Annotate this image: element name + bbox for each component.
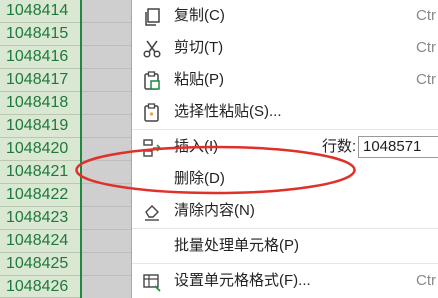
menu-label: 清除内容(N)	[174, 202, 255, 219]
row-header[interactable]: 1048421	[0, 161, 80, 184]
scissors-icon	[143, 40, 161, 58]
context-menu: 复制(C) Ctr 剪切(T) Ctr 粘贴(P) Ctr 选择性粘贴(S)..…	[132, 0, 438, 298]
menu-label: 设置单元格格式(F)...	[174, 272, 311, 289]
shortcut-text: Ctr	[416, 39, 436, 56]
copy-icon	[145, 8, 160, 26]
row-header[interactable]: 1048415	[0, 23, 80, 46]
menu-item-insert[interactable]: 插入(I) 行数: 1048571	[132, 131, 438, 163]
menu-item-copy[interactable]: 复制(C) Ctr	[132, 0, 438, 32]
row-count-label: 行数:	[322, 138, 357, 155]
row-header[interactable]: 1048423	[0, 207, 80, 230]
menu-item-cut[interactable]: 剪切(T) Ctr	[132, 32, 438, 64]
menu-item-delete[interactable]: 删除(D)	[132, 163, 438, 195]
menu-label: 插入(I)	[174, 138, 219, 155]
row-header[interactable]: 1048422	[0, 184, 80, 207]
menu-label: 剪切(T)	[174, 39, 224, 56]
menu-item-paste-special[interactable]: 选择性粘贴(S)...	[132, 96, 438, 128]
row-header[interactable]: 1048414	[0, 0, 80, 23]
row-header[interactable]: 1048420	[0, 138, 80, 161]
spreadsheet-area: 1048414 1048415 1048416 1048417 1048418 …	[0, 0, 134, 298]
paste-special-icon	[144, 103, 159, 122]
menu-separator	[132, 228, 438, 229]
shortcut-text: Ctr	[416, 272, 436, 289]
row-header[interactable]: 1048416	[0, 46, 80, 69]
menu-label: 选择性粘贴(S)...	[174, 103, 282, 120]
menu-separator	[132, 263, 438, 264]
menu-item-format-cells[interactable]: 设置单元格格式(F)... Ctr	[132, 265, 438, 297]
menu-label: 复制(C)	[174, 7, 225, 24]
menu-label: 删除(D)	[174, 170, 225, 187]
selected-cells[interactable]	[82, 0, 132, 298]
shortcut-text: Ctr	[416, 7, 436, 24]
row-header-column: 1048414 1048415 1048416 1048417 1048418 …	[0, 0, 80, 298]
insert-row-icon	[143, 139, 162, 157]
menu-item-clear-contents[interactable]: 清除内容(N)	[132, 195, 438, 227]
menu-separator	[132, 129, 438, 130]
menu-label: 批量处理单元格(P)	[174, 237, 299, 254]
paste-icon	[144, 71, 160, 90]
eraser-icon	[145, 205, 159, 221]
format-cells-icon	[143, 274, 161, 292]
row-header[interactable]: 1048419	[0, 115, 80, 138]
row-header[interactable]: 1048424	[0, 230, 80, 253]
menu-item-batch-process[interactable]: 批量处理单元格(P)	[132, 230, 438, 262]
row-header[interactable]: 1048418	[0, 92, 80, 115]
row-header[interactable]: 1048425	[0, 253, 80, 276]
row-count-input[interactable]: 1048571	[358, 136, 438, 158]
menu-item-paste[interactable]: 粘贴(P) Ctr	[132, 64, 438, 96]
row-header[interactable]: 1048417	[0, 69, 80, 92]
shortcut-text: Ctr	[416, 71, 436, 88]
menu-label: 粘贴(P)	[174, 71, 224, 88]
row-header[interactable]: 1048426	[0, 276, 80, 298]
